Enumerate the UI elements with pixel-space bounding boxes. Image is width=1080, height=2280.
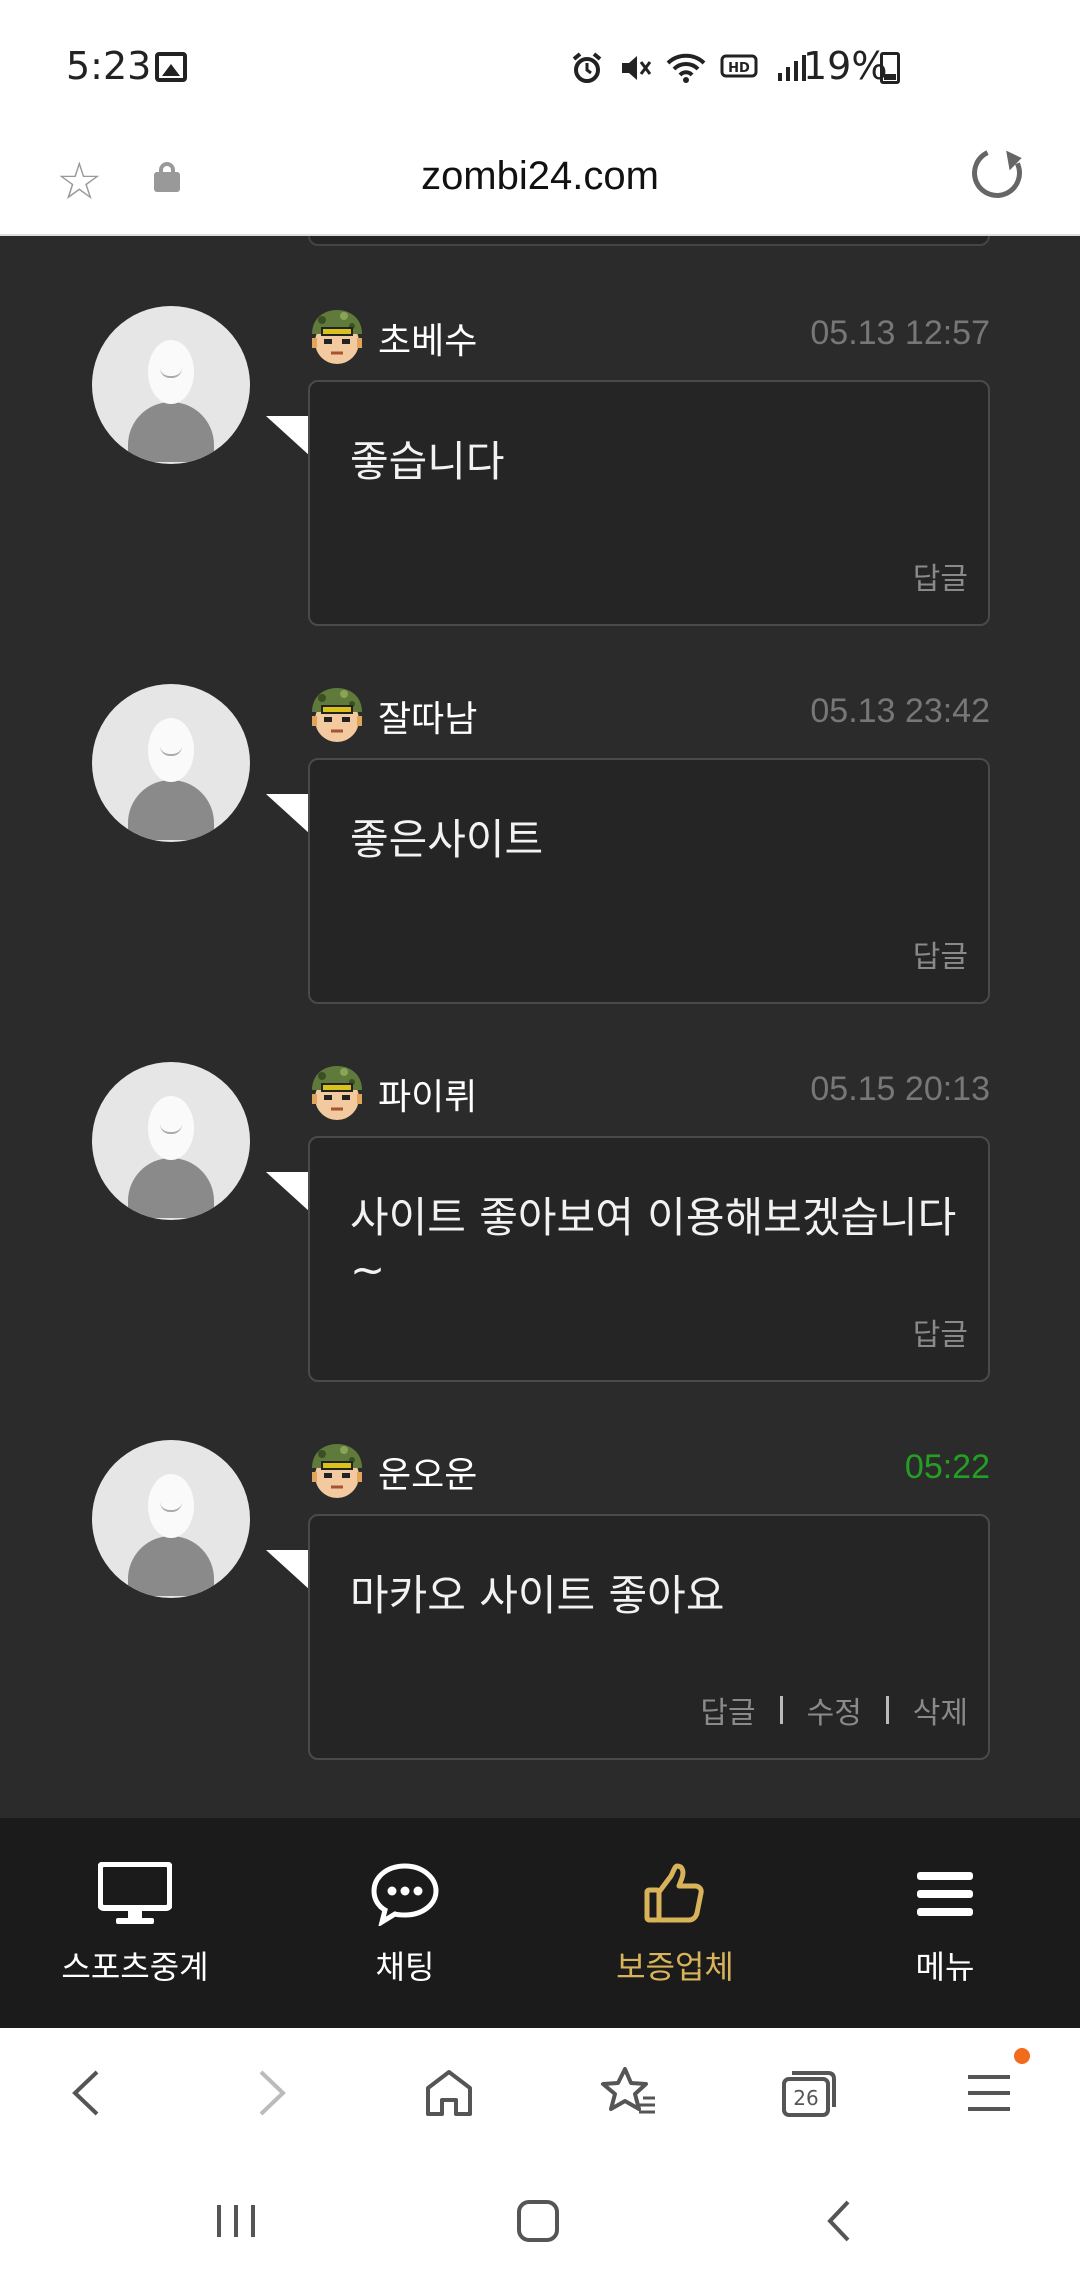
comment-actions: 답글 — [913, 1310, 968, 1354]
status-icons: HD — [570, 48, 808, 88]
comment-text: 좋습니다 — [350, 437, 505, 486]
notification-dot — [1014, 2048, 1030, 2064]
soldier-level-icon — [312, 688, 362, 742]
soldier-level-icon — [312, 1444, 362, 1498]
action-separator — [885, 1696, 889, 1724]
mute-icon — [622, 56, 652, 80]
status-bar: 5:23 HD 19% — [0, 0, 1080, 130]
reply-button[interactable]: 답글 — [913, 932, 968, 976]
nav-label: 스포츠중계 — [61, 1948, 209, 1986]
action-separator — [779, 1696, 783, 1724]
home-square-icon — [517, 2200, 559, 2242]
comment-text: 사이트 좋아보여 이용해보겠습니다~ — [350, 1193, 957, 1294]
nav-label: 채팅 — [375, 1948, 435, 1986]
browser-url-bar: ☆ zombi24.com — [0, 130, 1080, 236]
chevron-right-icon — [259, 2070, 286, 2116]
edit-button[interactable]: 수정 — [807, 1688, 862, 1732]
site-bottom-nav: 스포츠중계 채팅 보증업체 메뉴 — [0, 1818, 1080, 2028]
battery-icon — [880, 52, 900, 84]
chat-bubble-icon — [371, 1863, 439, 1926]
recent-apps-icon — [217, 2205, 255, 2237]
comment-actions: 답글 수정 삭제 — [700, 1688, 968, 1732]
comment-bubble: 사이트 좋아보여 이용해보겠습니다~ 답글 — [308, 1136, 990, 1382]
comment-username[interactable]: 초베수 — [378, 312, 477, 364]
comment-item: 잘따남 05.13 23:42 좋은사이트 답글 — [0, 614, 1080, 1004]
tabs-icon: 26 — [782, 2071, 836, 2117]
comment-actions: 답글 — [913, 554, 968, 598]
thumbs-up-icon — [644, 1863, 704, 1923]
avatar[interactable] — [92, 684, 250, 842]
soldier-level-icon — [312, 1066, 362, 1120]
nav-menu[interactable]: 메뉴 — [810, 1818, 1080, 2028]
browser-home-button[interactable] — [414, 2058, 484, 2128]
comment-item: 운오운 05:22 마카오 사이트 좋아요 답글 수정 삭제 — [0, 1370, 1080, 1760]
avatar[interactable] — [92, 1440, 250, 1598]
bubble-tail — [266, 794, 310, 834]
home-system-button[interactable] — [498, 2186, 578, 2256]
comment-timestamp: 05.13 23:42 — [810, 692, 990, 730]
gallery-notification-icon — [155, 52, 187, 82]
comment-bubble: 좋습니다 답글 — [308, 380, 990, 626]
recent-apps-button[interactable] — [196, 2186, 276, 2256]
comment-timestamp: 05:22 — [904, 1448, 990, 1486]
url-text[interactable]: zombi24.com — [0, 154, 1080, 199]
avatar[interactable] — [92, 306, 250, 464]
comment-item: 초베수 05.13 12:57 좋습니다 답글 — [0, 236, 1080, 626]
comment-timestamp: 05.15 20:13 — [810, 1070, 990, 1108]
browser-bookmarks-button[interactable] — [594, 2058, 664, 2128]
browser-menu-button[interactable] — [954, 2058, 1024, 2128]
menu-icon — [968, 2075, 1010, 2111]
comment-list: 초베수 05.13 12:57 좋습니다 답글 잘따남 05.13 23:42 … — [0, 236, 1080, 1818]
nav-label: 메뉴 — [915, 1948, 975, 1986]
comment-username[interactable]: 운오운 — [378, 1446, 477, 1498]
nav-sports-broadcast[interactable]: 스포츠중계 — [0, 1818, 270, 2028]
battery-percent: 19% — [803, 44, 888, 88]
comment-bubble: 마카오 사이트 좋아요 답글 수정 삭제 — [308, 1514, 990, 1760]
nav-label: 보증업체 — [616, 1948, 734, 1986]
status-time: 5:23 — [66, 44, 152, 88]
delete-button[interactable]: 삭제 — [913, 1688, 968, 1732]
monitor-icon — [98, 1862, 172, 1924]
reply-button[interactable]: 답글 — [700, 1688, 755, 1732]
alarm-icon — [572, 52, 602, 83]
browser-toolbar: 26 — [0, 2028, 1080, 2158]
reply-button[interactable]: 답글 — [913, 554, 968, 598]
browser-back-button[interactable] — [52, 2058, 122, 2128]
comment-username[interactable]: 잘따남 — [378, 690, 477, 742]
bubble-tail — [266, 1172, 310, 1212]
reply-button[interactable]: 답글 — [913, 1310, 968, 1354]
hamburger-icon — [917, 1872, 973, 1916]
bubble-tail — [266, 1550, 310, 1590]
bubble-tail — [266, 416, 310, 456]
browser-tabs-button[interactable]: 26 — [774, 2058, 844, 2128]
back-chevron-icon — [827, 2200, 850, 2242]
svg-text:HD: HD — [728, 61, 750, 76]
system-nav-bar — [0, 2158, 1080, 2280]
tab-count: 26 — [793, 2086, 818, 2110]
comment-timestamp: 05.13 12:57 — [810, 314, 990, 352]
browser-forward-button[interactable] — [236, 2058, 306, 2128]
nav-chat[interactable]: 채팅 — [270, 1818, 540, 2028]
avatar[interactable] — [92, 1062, 250, 1220]
nav-verified-sites[interactable]: 보증업체 — [540, 1818, 810, 2028]
hd-voice-icon: HD — [720, 54, 758, 78]
home-icon — [426, 2070, 472, 2116]
bookmarks-star-icon — [601, 2067, 655, 2114]
comment-actions: 답글 — [913, 932, 968, 976]
wifi-icon — [666, 53, 706, 83]
comment-bubble: 좋은사이트 답글 — [308, 758, 990, 1004]
comment-item: 파이뤼 05.15 20:13 사이트 좋아보여 이용해보겠습니다~ 답글 — [0, 992, 1080, 1382]
back-system-button[interactable] — [800, 2186, 880, 2256]
chevron-left-icon — [72, 2070, 99, 2116]
comment-text: 마카오 사이트 좋아요 — [350, 1571, 725, 1620]
comment-username[interactable]: 파이뤼 — [378, 1068, 477, 1120]
soldier-level-icon — [312, 310, 362, 364]
comment-text: 좋은사이트 — [350, 815, 544, 864]
